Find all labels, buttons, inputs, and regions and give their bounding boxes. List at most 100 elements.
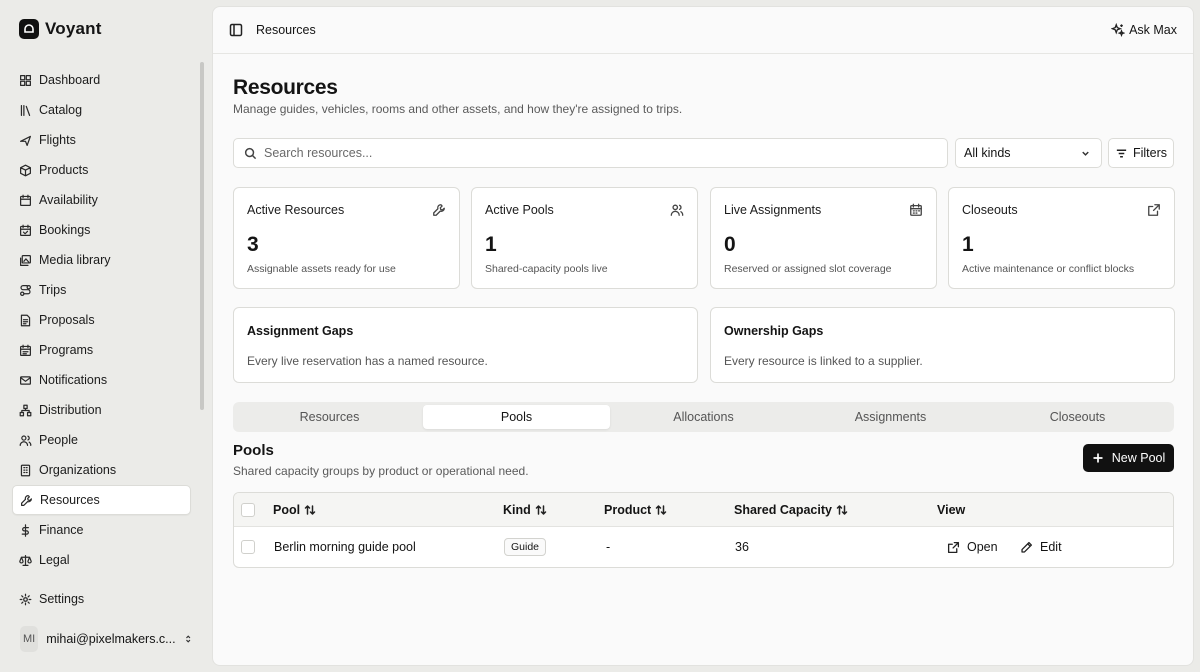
pencil-icon — [1021, 541, 1033, 553]
sidebar-item-label: Proposals — [39, 313, 95, 327]
stat-card-active-resources: Active Resources 3 Assignable assets rea… — [233, 187, 460, 289]
mail-icon — [20, 375, 31, 385]
sidebar-item-settings[interactable]: Settings — [12, 584, 191, 614]
assignment-gaps-card: Assignment Gaps Every live reservation h… — [233, 307, 698, 383]
chevron-down-icon — [1082, 151, 1089, 156]
sidebar-item-label: Media library — [39, 253, 111, 267]
column-label: Shared Capacity — [734, 502, 832, 517]
stat-description: Shared-capacity pools live — [485, 263, 608, 275]
select-all-checkbox[interactable] — [241, 502, 255, 517]
row-checkbox-cell — [241, 527, 255, 567]
column-header-shared-capacity[interactable]: Shared Capacity — [734, 493, 848, 526]
tab-resources[interactable]: Resources — [236, 405, 423, 429]
filters-button[interactable]: Filters — [1108, 138, 1174, 168]
sort-icon — [836, 504, 848, 515]
new-pool-button[interactable]: New Pool — [1083, 444, 1174, 472]
dollar-icon — [21, 523, 29, 537]
kind-select[interactable]: All kinds — [955, 138, 1102, 168]
package-icon — [20, 164, 31, 176]
sidebar-item-finance[interactable]: Finance — [12, 515, 191, 545]
ownership-gaps-card: Ownership Gaps Every resource is linked … — [710, 307, 1175, 383]
sidebar-item-proposals[interactable]: Proposals — [12, 305, 191, 335]
sidebar-item-label: Resources — [40, 493, 100, 507]
sidebar-item-availability[interactable]: Availability — [12, 185, 191, 215]
stat-value: 3 — [247, 233, 259, 256]
stat-description: Reserved or assigned slot coverage — [724, 263, 892, 275]
header-checkbox-cell — [241, 493, 255, 526]
calendar-icon — [20, 194, 31, 206]
sidebar-item-label: Catalog — [39, 103, 83, 117]
sidebar-item-products[interactable]: Products — [12, 155, 191, 185]
column-header-pool[interactable]: Pool — [273, 493, 316, 526]
sidebar-item-notifications[interactable]: Notifications — [12, 365, 191, 395]
table-row[interactable]: Berlin morning guide pool Guide - 36 Ope… — [234, 527, 1173, 567]
sidebar-item-resources[interactable]: Resources — [12, 485, 191, 515]
scale-icon — [19, 554, 32, 566]
tab-assignments[interactable]: Assignments — [797, 405, 984, 429]
sidebar-item-label: Settings — [39, 592, 85, 606]
column-header-kind[interactable]: Kind — [503, 493, 547, 526]
network-icon — [19, 404, 32, 416]
sort-icon — [304, 504, 316, 515]
sidebar-toggle-icon[interactable] — [229, 23, 243, 37]
external-link-icon — [947, 541, 960, 553]
stat-description: Assignable assets ready for use — [247, 263, 396, 275]
column-header-product[interactable]: Product — [604, 493, 667, 526]
search-icon — [244, 147, 257, 159]
gear-icon — [19, 593, 32, 605]
wrench-icon — [433, 204, 445, 216]
sidebar-item-label: Distribution — [39, 403, 102, 417]
sidebar-item-organizations[interactable]: Organizations — [12, 455, 191, 485]
sidebar-item-label: Organizations — [39, 463, 117, 477]
sidebar-item-trips[interactable]: Trips — [12, 275, 191, 305]
calendar-icon — [910, 203, 922, 216]
users-icon — [670, 204, 684, 216]
cell-product: - — [606, 540, 611, 554]
stat-value: 0 — [724, 233, 736, 256]
sidebar-item-people[interactable]: People — [12, 425, 191, 455]
tab-pools[interactable]: Pools — [423, 405, 610, 429]
tab-closeouts[interactable]: Closeouts — [984, 405, 1171, 429]
user-menu[interactable]: MI mihai@pixelmakers.c... — [20, 626, 192, 652]
calendar-range-icon — [20, 344, 31, 356]
gap-card-title: Assignment Gaps — [247, 324, 354, 338]
sidebar-item-label: People — [39, 433, 78, 447]
stat-value: 1 — [485, 233, 497, 256]
plus-icon — [1093, 453, 1103, 463]
sidebar-item-legal[interactable]: Legal — [12, 545, 191, 575]
stat-label: Closeouts — [962, 203, 1018, 217]
edit-button[interactable]: Edit — [1020, 540, 1062, 554]
sidebar-item-label: Legal — [39, 553, 70, 567]
sidebar-item-distribution[interactable]: Distribution — [12, 395, 191, 425]
main-panel: Resources Ask Max Resources Manage guide… — [212, 6, 1194, 666]
sidebar-item-bookings[interactable]: Bookings — [12, 215, 191, 245]
open-action-cell: Open — [947, 527, 998, 567]
search-input[interactable] — [264, 146, 904, 160]
edit-label: Edit — [1040, 540, 1062, 554]
open-button[interactable]: Open — [947, 540, 998, 554]
sidebar-scrollbar[interactable] — [200, 62, 204, 410]
sidebar-item-media-library[interactable]: Media library — [12, 245, 191, 275]
app-logo[interactable]: Voyant — [19, 19, 102, 39]
filters-label: Filters — [1132, 146, 1168, 160]
avatar: MI — [20, 626, 39, 652]
stat-label: Active Pools — [485, 203, 554, 217]
sidebar-item-programs[interactable]: Programs — [12, 335, 191, 365]
gap-card-text: Every resource is linked to a supplier. — [724, 354, 923, 368]
sidebar-item-dashboard[interactable]: Dashboard — [12, 65, 191, 95]
tab-allocations[interactable]: Allocations — [610, 405, 797, 429]
dashboard-icon — [20, 74, 31, 86]
gap-card-text: Every live reservation has a named resou… — [247, 354, 488, 368]
cell-pool: Berlin morning guide pool — [274, 540, 416, 554]
edit-action-cell: Edit — [1020, 527, 1062, 567]
sidebar-nav: Dashboard Catalog Flights Products Avail… — [12, 65, 191, 575]
page-title: Resources — [233, 76, 338, 99]
stat-icon-wrapper — [909, 203, 923, 217]
column-label: Kind — [503, 502, 531, 517]
column-label: Product — [604, 502, 652, 517]
library-icon — [20, 104, 31, 116]
ask-max-button[interactable]: Ask Max — [1111, 23, 1177, 37]
sidebar-item-flights[interactable]: Flights — [12, 125, 191, 155]
row-checkbox[interactable] — [241, 540, 255, 554]
sidebar-item-catalog[interactable]: Catalog — [12, 95, 191, 125]
